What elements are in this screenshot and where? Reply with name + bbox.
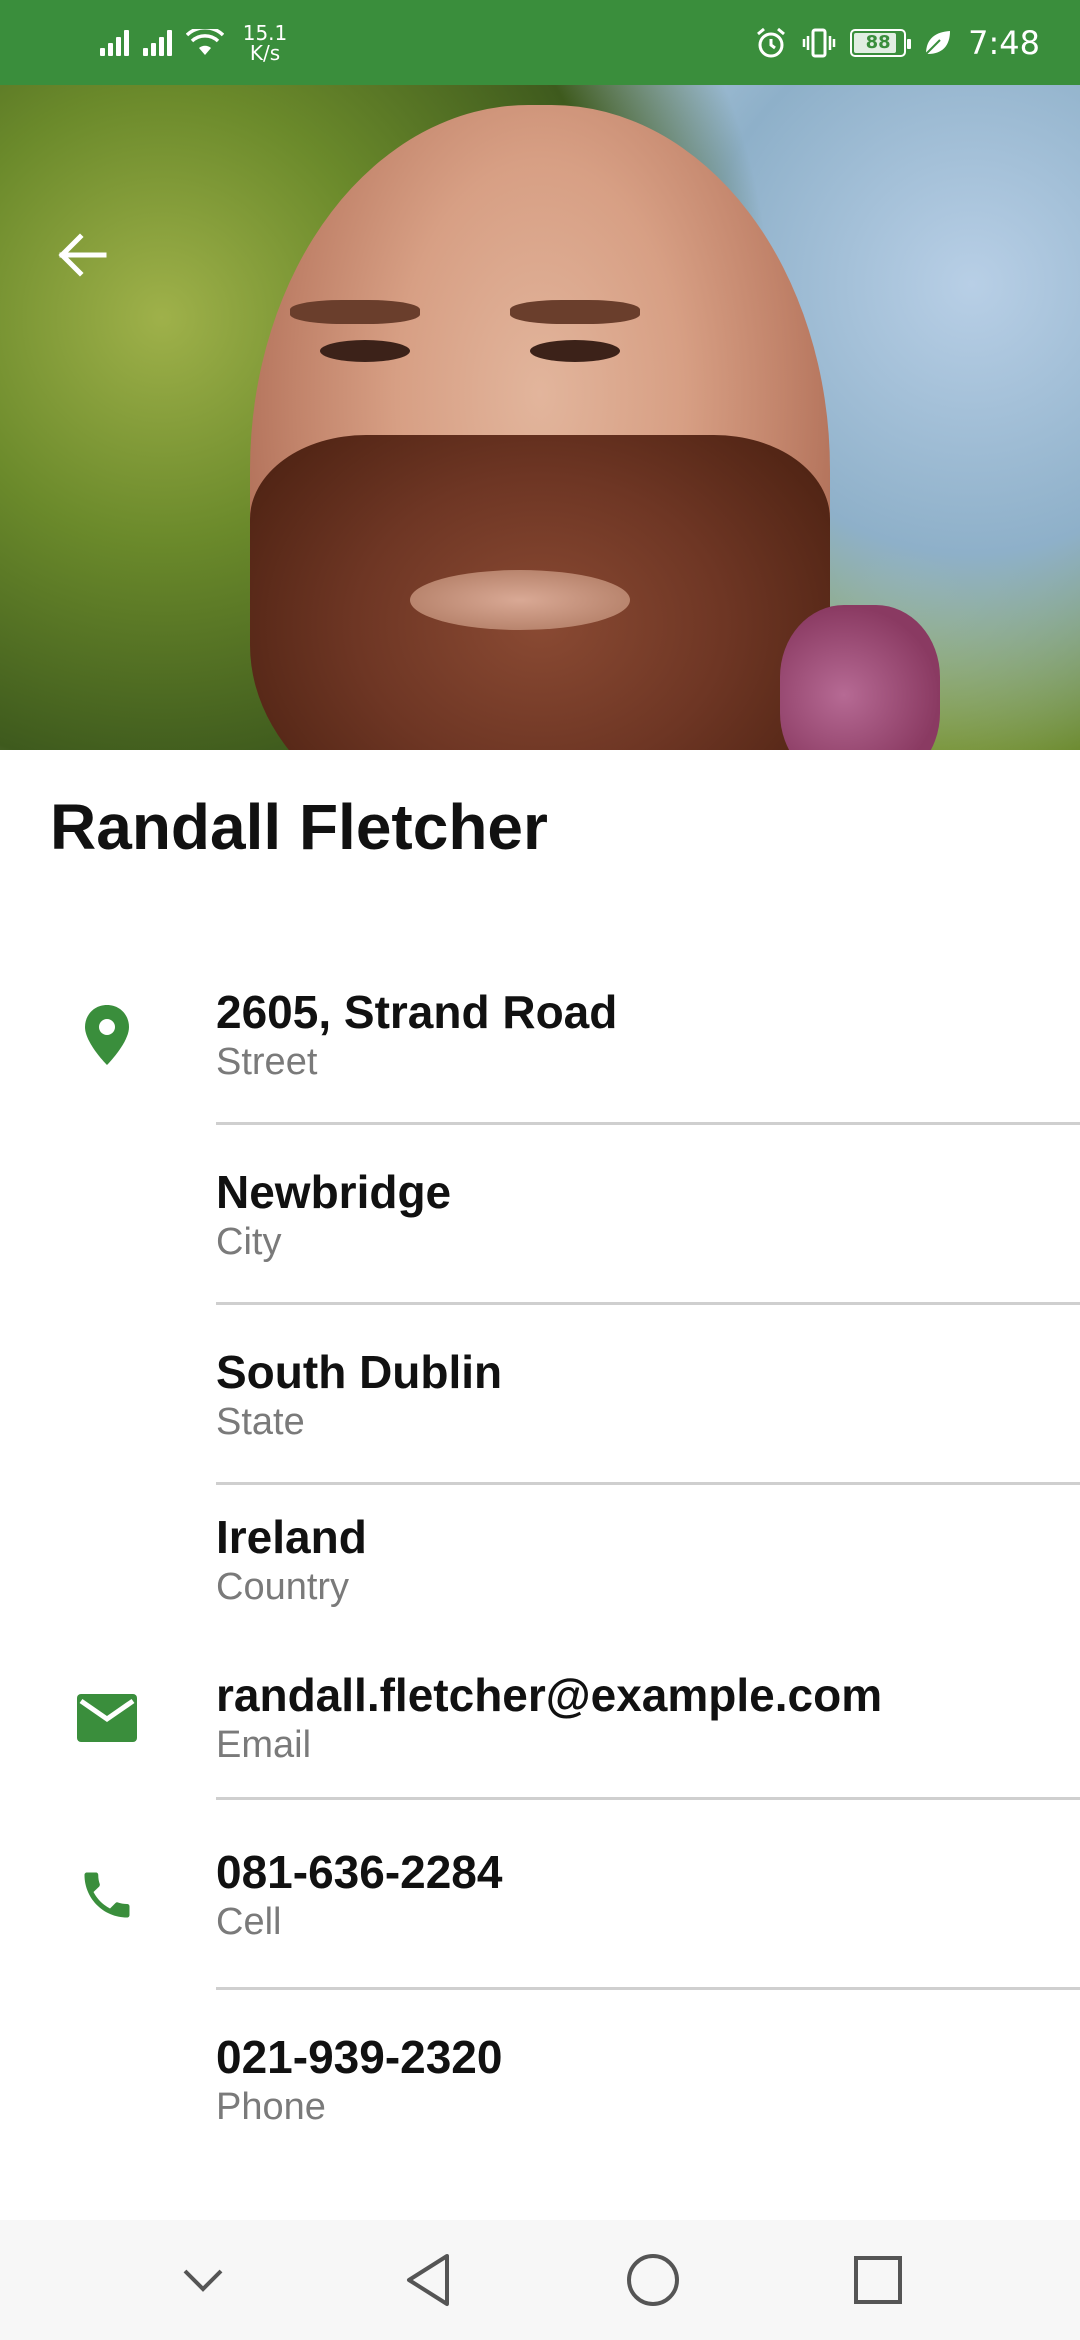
network-speed-value: 15.1 [242,20,288,45]
system-navigation-bar [0,2220,1080,2340]
wifi-icon [186,28,224,55]
email-icon [72,1683,142,1753]
cell-label: Cell [216,1901,282,1943]
signal-icon-2 [143,29,172,56]
photo-brow-left [290,300,420,324]
nav-back-button[interactable] [388,2240,468,2320]
recents-square-icon [853,2256,902,2304]
detail-row-cell[interactable]: 081-636-2284 Cell [0,1800,1080,1990]
photo-shirt-shape [780,605,940,750]
detail-row-street[interactable]: 2605, Strand Road Street [0,945,1080,1125]
contact-photo [0,85,1080,750]
contact-details: 2605, Strand Road Street Newbridge City … [0,945,1080,2170]
contact-name: Randall Fletcher [50,791,548,863]
state-value: South Dublin [216,1346,503,1398]
location-pin-icon [72,1000,142,1070]
photo-brow-right [510,300,640,324]
country-label: Country [216,1566,350,1608]
battery-icon: 88 [850,28,912,57]
detail-row-country[interactable]: Ireland Country [0,1485,1080,1635]
nav-recents-button[interactable] [838,2240,918,2320]
chevron-down-icon [183,2269,222,2292]
network-speed-unit: K/s [249,40,281,65]
back-triangle-icon [406,2254,449,2306]
alarm-icon [757,27,786,57]
street-value: 2605, Strand Road [216,986,618,1038]
arrow-left-icon [58,233,107,277]
city-value: Newbridge [216,1166,452,1218]
network-speed: 15.1 K/s [238,23,292,63]
city-label: City [216,1221,282,1263]
photo-mouth-shape [410,570,630,630]
back-button[interactable] [52,225,112,285]
street-label: Street [216,1041,318,1083]
home-circle-icon [626,2254,679,2306]
phone-icon [72,1860,142,1930]
photo-eye-right [530,340,620,362]
state-label: State [216,1401,305,1443]
phone-label: Phone [216,2086,326,2128]
status-left: 15.1 K/s [100,23,292,63]
status-right: 88 7:48 [754,24,1040,62]
vibrate-icon [802,28,836,57]
detail-row-state[interactable]: South Dublin State [0,1305,1080,1485]
email-label: Email [216,1723,312,1766]
nav-hide-button[interactable] [163,2240,243,2320]
country-value: Ireland [216,1511,367,1563]
detail-row-phone[interactable]: 021-939-2320 Phone [0,1990,1080,2170]
photo-eye-left [320,340,410,362]
nav-home-button[interactable] [613,2240,693,2320]
phone-value: 021-939-2320 [216,2031,503,2083]
detail-row-city[interactable]: Newbridge City [0,1125,1080,1305]
leaf-icon [925,30,951,55]
battery-level: 88 [865,32,891,53]
cell-value: 081-636-2284 [216,1846,503,1898]
email-value: randall.fletcher@example.com [216,1668,883,1721]
detail-row-email[interactable]: randall.fletcher@example.com Email [0,1635,1080,1800]
status-bar: 15.1 K/s 88 7:48 [0,0,1080,85]
signal-icon [100,29,129,56]
status-time: 7:48 [968,23,1040,62]
